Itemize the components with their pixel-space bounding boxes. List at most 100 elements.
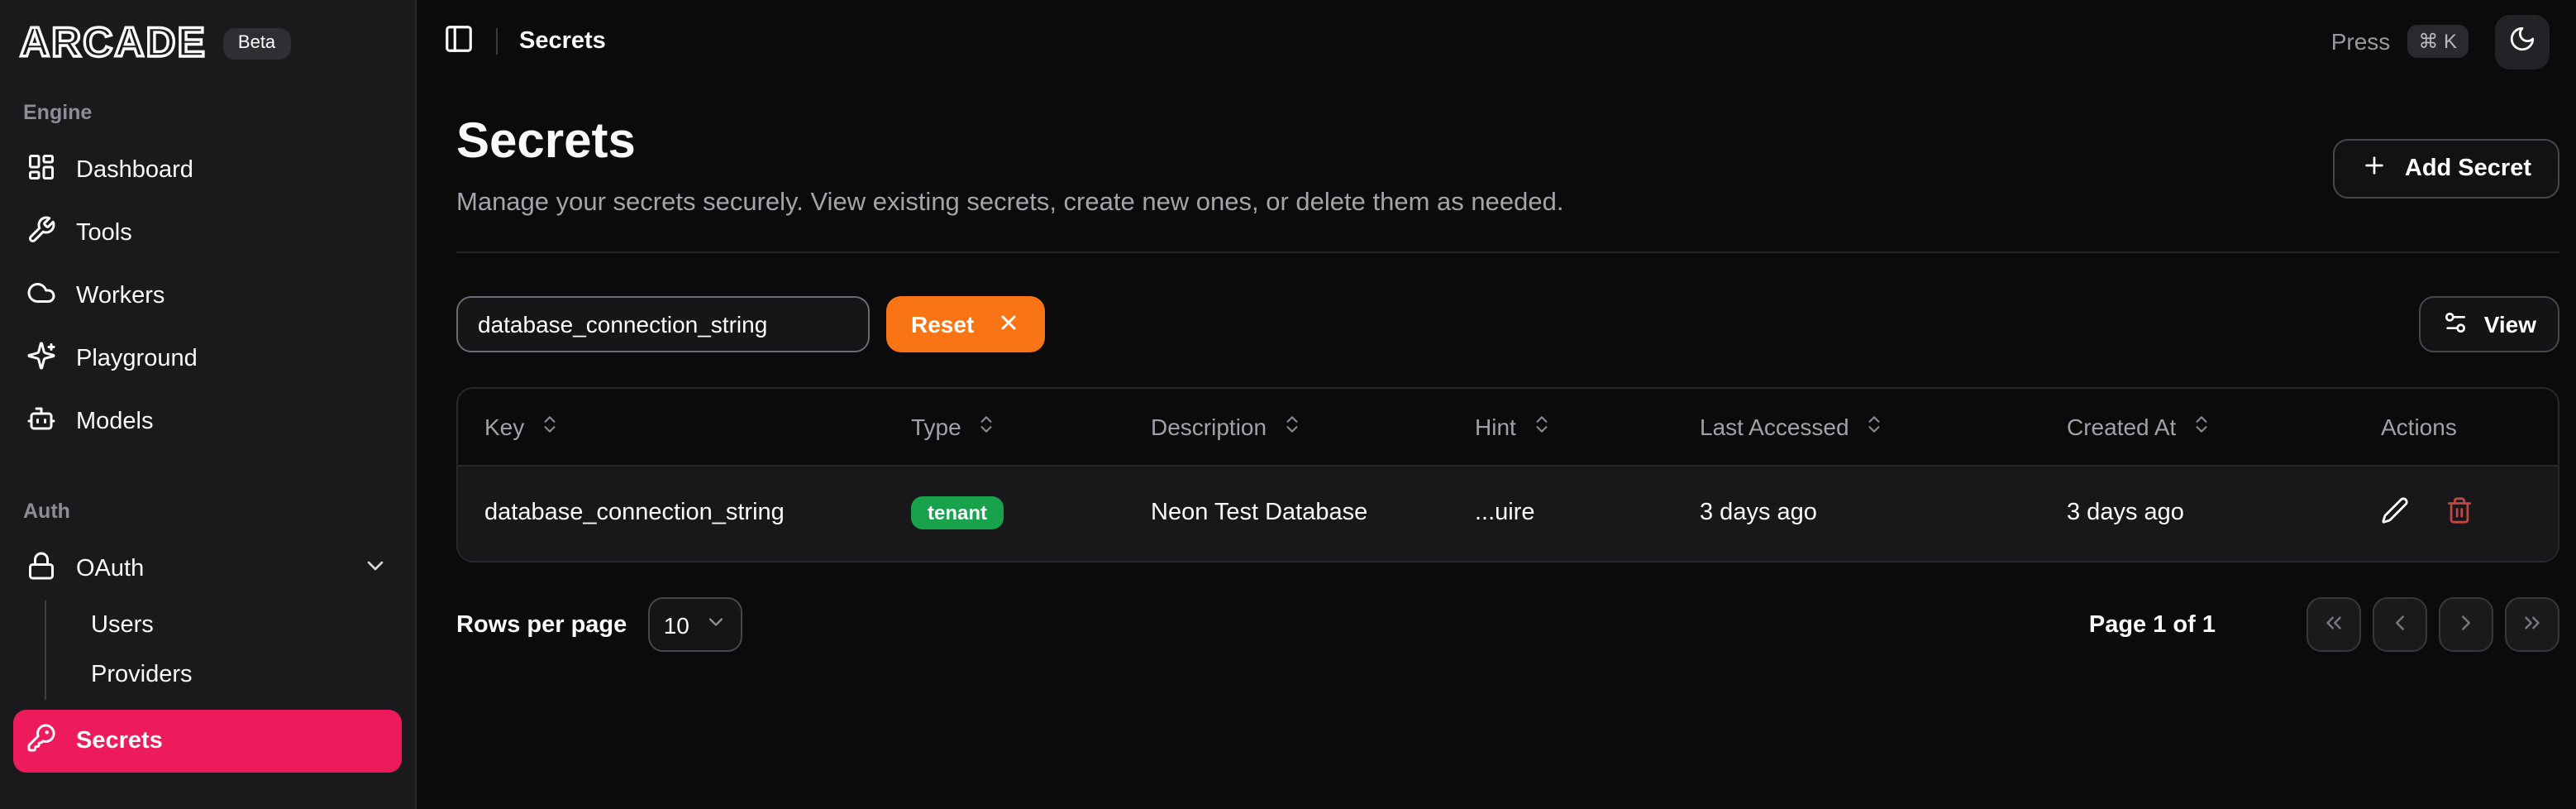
app-window: ARCADE Beta Engine Dashboard Tools Worke…	[0, 0, 2576, 809]
sparkles-icon	[26, 341, 56, 377]
sort-icon	[976, 414, 998, 440]
view-options-button[interactable]: View	[2420, 296, 2559, 352]
sidebar-item-users[interactable]: Users	[46, 601, 402, 650]
topbar-divider	[496, 28, 498, 55]
page-title: Secrets	[456, 112, 1563, 172]
bot-icon	[26, 404, 56, 440]
pagination: Rows per page 10 Page 1 of 1	[456, 597, 2559, 652]
type-badge: tenant	[911, 497, 1004, 530]
sidebar-section-engine: Engine	[13, 88, 402, 139]
last-page-button[interactable]	[2505, 597, 2559, 652]
sort-icon	[1864, 414, 1886, 440]
table-row: database_connection_string tenant Neon T…	[458, 465, 2558, 561]
sidebar: ARCADE Beta Engine Dashboard Tools Worke…	[0, 0, 417, 809]
sidebar-item-label: Secrets	[76, 728, 163, 754]
column-label: Hint	[1475, 414, 1516, 440]
cell-created-at: 3 days ago	[2040, 465, 2354, 561]
chevron-down-icon	[704, 610, 727, 639]
column-label: Key	[484, 414, 524, 440]
main-area: Secrets Press ⌘ K Secrets Manage your se…	[417, 0, 2576, 809]
search-input[interactable]	[456, 296, 870, 352]
sort-icon	[1281, 414, 1303, 440]
brand: ARCADE Beta	[13, 20, 402, 88]
sidebar-item-label: Providers	[91, 662, 193, 688]
sidebar-item-label: Users	[91, 612, 154, 639]
column-header-key[interactable]: Key	[458, 389, 885, 465]
column-label: Actions	[2381, 414, 2457, 440]
panel-left-icon	[443, 23, 475, 60]
delete-secret-button[interactable]	[2445, 497, 2473, 530]
filter-row: Reset View	[456, 296, 2559, 352]
sidebar-section-auth: Auth	[13, 486, 402, 538]
sort-icon	[2191, 414, 2212, 440]
reset-label: Reset	[911, 311, 974, 337]
sidebar-item-secrets[interactable]: Secrets	[13, 710, 402, 773]
sidebar-toggle-button[interactable]	[443, 23, 475, 60]
sidebar-item-tools[interactable]: Tools	[13, 202, 402, 265]
column-label: Type	[911, 414, 961, 440]
chevrons-left-icon	[2321, 610, 2346, 639]
previous-page-button[interactable]	[2373, 597, 2427, 652]
sidebar-item-workers[interactable]: Workers	[13, 265, 402, 328]
column-label: Created At	[2067, 414, 2176, 440]
cell-actions	[2354, 465, 2558, 561]
next-page-button[interactable]	[2439, 597, 2493, 652]
page-info: Page 1 of 1	[2089, 611, 2216, 638]
trash-icon	[2445, 497, 2473, 530]
column-label: Last Accessed	[1700, 414, 1849, 440]
cloud-icon	[26, 278, 56, 314]
page-description: Manage your secrets securely. View exist…	[456, 189, 1563, 218]
table-header-row: Key Type	[458, 389, 2558, 465]
key-icon	[26, 723, 56, 759]
add-secret-button[interactable]: Add Secret	[2334, 139, 2559, 199]
shortcut-hint-label: Press	[2331, 28, 2391, 55]
sidebar-item-label: OAuth	[76, 556, 144, 582]
sidebar-item-playground[interactable]: Playground	[13, 328, 402, 390]
column-header-actions: Actions	[2354, 389, 2558, 465]
close-icon	[997, 310, 1020, 338]
content: Secrets Manage your secrets securely. Vi…	[417, 83, 2576, 809]
column-header-created-at[interactable]: Created At	[2040, 389, 2354, 465]
sidebar-item-label: Models	[76, 409, 154, 435]
sidebar-item-providers[interactable]: Providers	[46, 650, 402, 700]
dashboard-icon	[26, 152, 56, 189]
page-size-select[interactable]: 10	[648, 597, 742, 652]
chevron-right-icon	[2454, 610, 2478, 639]
oauth-subtree: Users Providers	[45, 601, 402, 700]
column-header-description[interactable]: Description	[1124, 389, 1448, 465]
page-size-value: 10	[664, 611, 689, 638]
header-divider	[456, 251, 2559, 253]
shortcut-kbd: ⌘ K	[2407, 25, 2469, 58]
breadcrumb: Secrets	[519, 28, 606, 55]
column-header-last-accessed[interactable]: Last Accessed	[1673, 389, 2040, 465]
column-header-hint[interactable]: Hint	[1448, 389, 1673, 465]
cell-hint: ...uire	[1448, 465, 1673, 561]
sidebar-item-dashboard[interactable]: Dashboard	[13, 139, 402, 202]
sort-icon	[539, 414, 561, 440]
view-label: View	[2484, 311, 2536, 337]
secrets-table: Key Type	[456, 387, 2559, 562]
chevron-left-icon	[2388, 610, 2412, 639]
column-label: Description	[1151, 414, 1267, 440]
theme-toggle-button[interactable]	[2495, 14, 2550, 69]
sort-icon	[1531, 414, 1553, 440]
cell-key: database_connection_string	[458, 465, 885, 561]
cell-last-accessed: 3 days ago	[1673, 465, 2040, 561]
title-row: Secrets Manage your secrets securely. Vi…	[456, 96, 2559, 251]
topbar-right: Press ⌘ K	[2331, 14, 2550, 69]
sidebar-item-models[interactable]: Models	[13, 390, 402, 453]
column-header-type[interactable]: Type	[885, 389, 1124, 465]
reset-filter-button[interactable]: Reset	[886, 296, 1045, 352]
sliders-icon	[2443, 309, 2469, 340]
pagination-right: Page 1 of 1	[2089, 597, 2559, 652]
arcade-logo: ARCADE	[20, 23, 207, 65]
pencil-icon	[2381, 497, 2409, 530]
sidebar-item-oauth[interactable]: OAuth	[13, 538, 402, 601]
sidebar-item-label: Dashboard	[76, 157, 193, 184]
rows-per-page-label: Rows per page	[456, 611, 627, 638]
cell-type: tenant	[885, 465, 1124, 561]
sidebar-item-label: Workers	[76, 283, 165, 309]
edit-secret-button[interactable]	[2381, 497, 2409, 530]
cell-description: Neon Test Database	[1124, 465, 1448, 561]
first-page-button[interactable]	[2306, 597, 2361, 652]
